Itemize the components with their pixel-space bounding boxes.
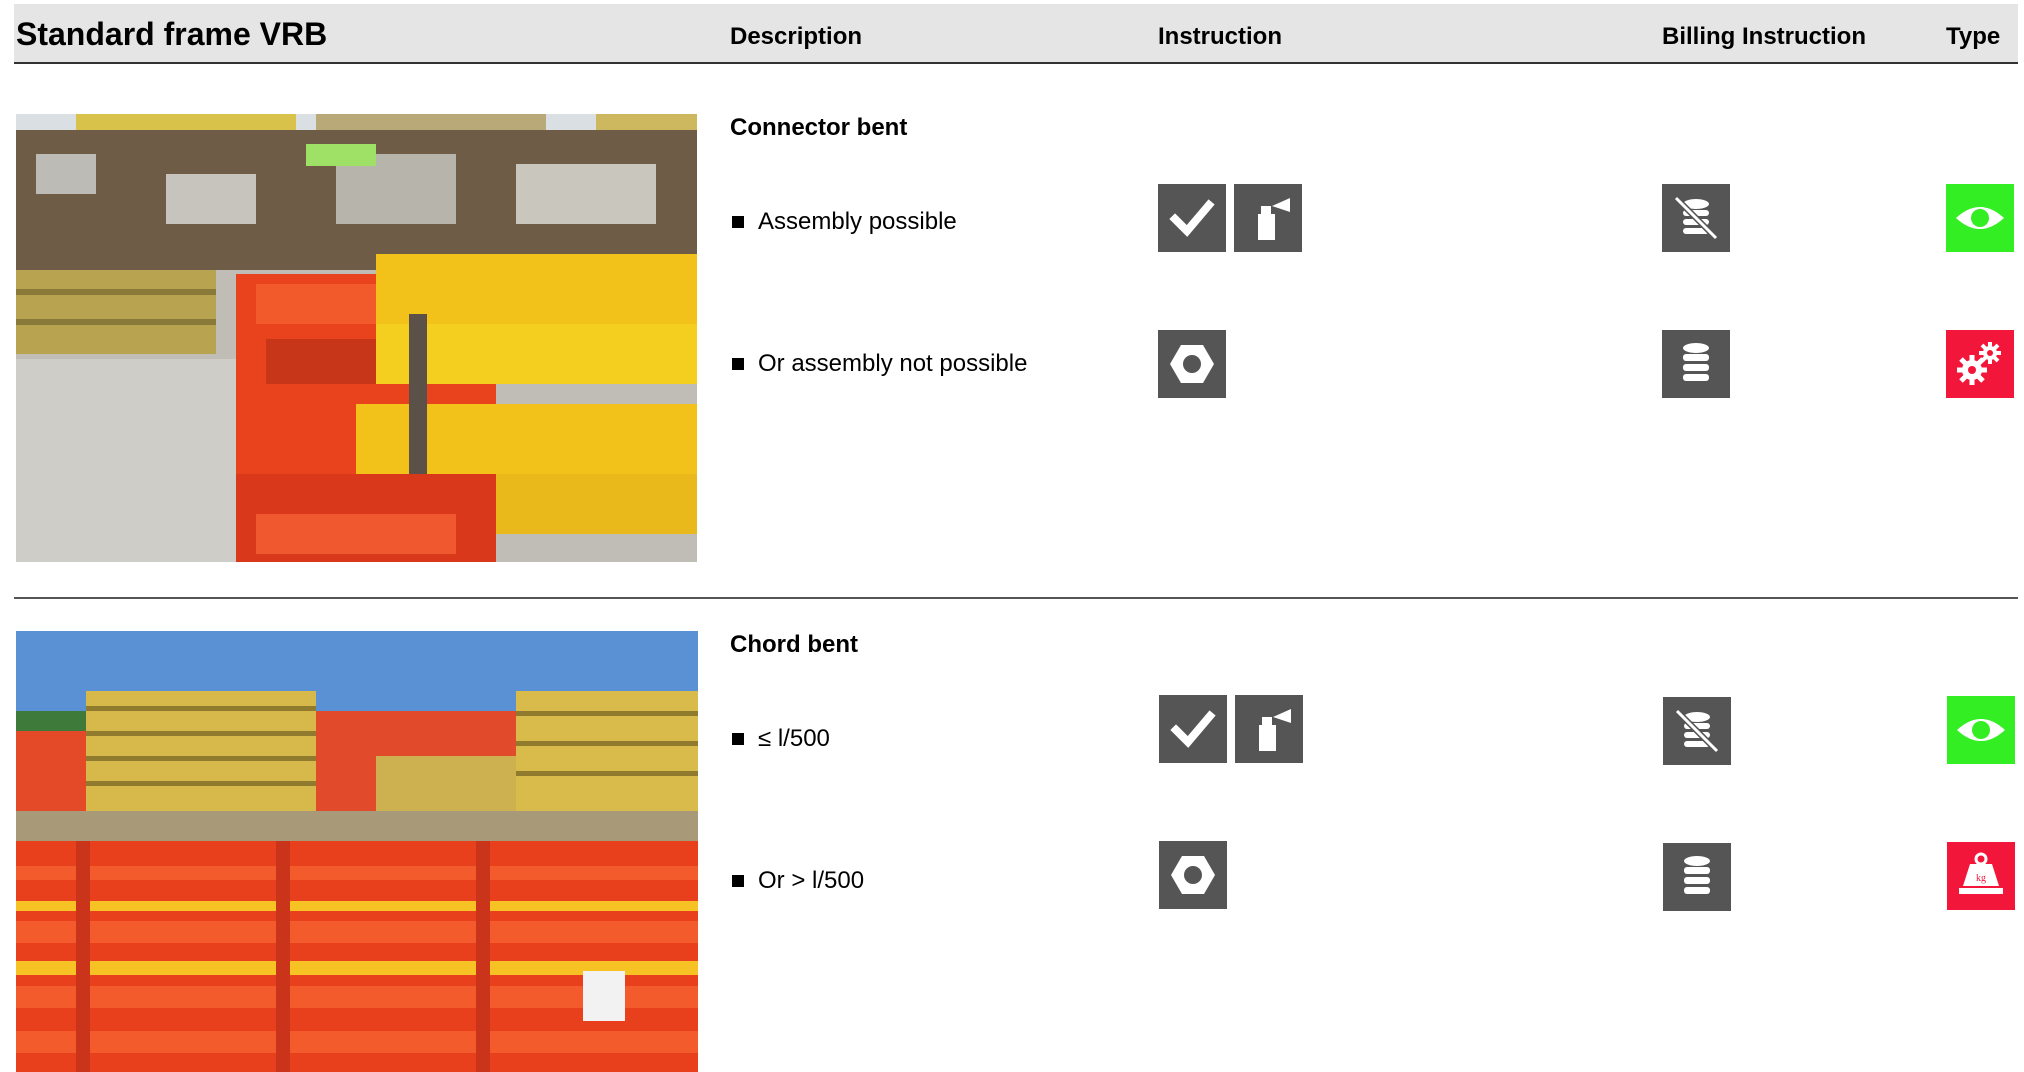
- list-item: Assembly possible: [730, 208, 957, 236]
- column-header-billing: Billing Instruction: [1662, 23, 1866, 50]
- list-item: ≤ l/500: [730, 725, 830, 753]
- column-header-type: Type: [1946, 23, 2001, 50]
- eye-icon: [1947, 696, 2015, 764]
- nut-icon: [1158, 330, 1226, 398]
- item-text: ≤ l/500: [758, 725, 830, 752]
- coins-icon: [1662, 330, 1730, 398]
- coins-icon: [1663, 843, 1731, 911]
- check-icon: [1159, 695, 1227, 763]
- bullet-marker: [732, 733, 744, 745]
- bullet-marker: [732, 216, 744, 228]
- item-text: Assembly possible: [758, 208, 957, 235]
- chord-bent-photo: [16, 631, 698, 1072]
- section-divider: [14, 597, 2018, 599]
- gears-icon: [1946, 330, 2014, 398]
- nut-icon: [1159, 841, 1227, 909]
- column-header-description: Description: [730, 23, 863, 50]
- spray-can-icon: [1234, 184, 1302, 252]
- check-icon: [1158, 184, 1226, 252]
- bullet-marker: [732, 358, 744, 370]
- table-header: Standard frame VRB Description Instructi…: [14, 4, 2018, 64]
- list-item: Or assembly not possible: [730, 350, 1027, 378]
- spray-can-icon: [1235, 695, 1303, 763]
- section-title: Connector bent: [730, 114, 908, 141]
- svg-text:kg: kg: [1976, 873, 1986, 884]
- eye-icon: [1946, 184, 2014, 252]
- page-title: Standard frame VRB: [16, 16, 328, 52]
- item-text: Or > l/500: [758, 867, 865, 894]
- scrap-weight-icon: kg: [1947, 842, 2015, 910]
- no-billing-coins-icon: [1663, 697, 1731, 765]
- column-header-instruction: Instruction: [1158, 23, 1282, 50]
- list-item: Or > l/500: [730, 867, 864, 895]
- connector-bent-photo: [16, 114, 697, 562]
- no-billing-coins-icon: [1662, 184, 1730, 252]
- bullet-marker: [732, 875, 744, 887]
- item-text: Or assembly not possible: [758, 350, 1028, 377]
- section-title: Chord bent: [730, 631, 858, 658]
